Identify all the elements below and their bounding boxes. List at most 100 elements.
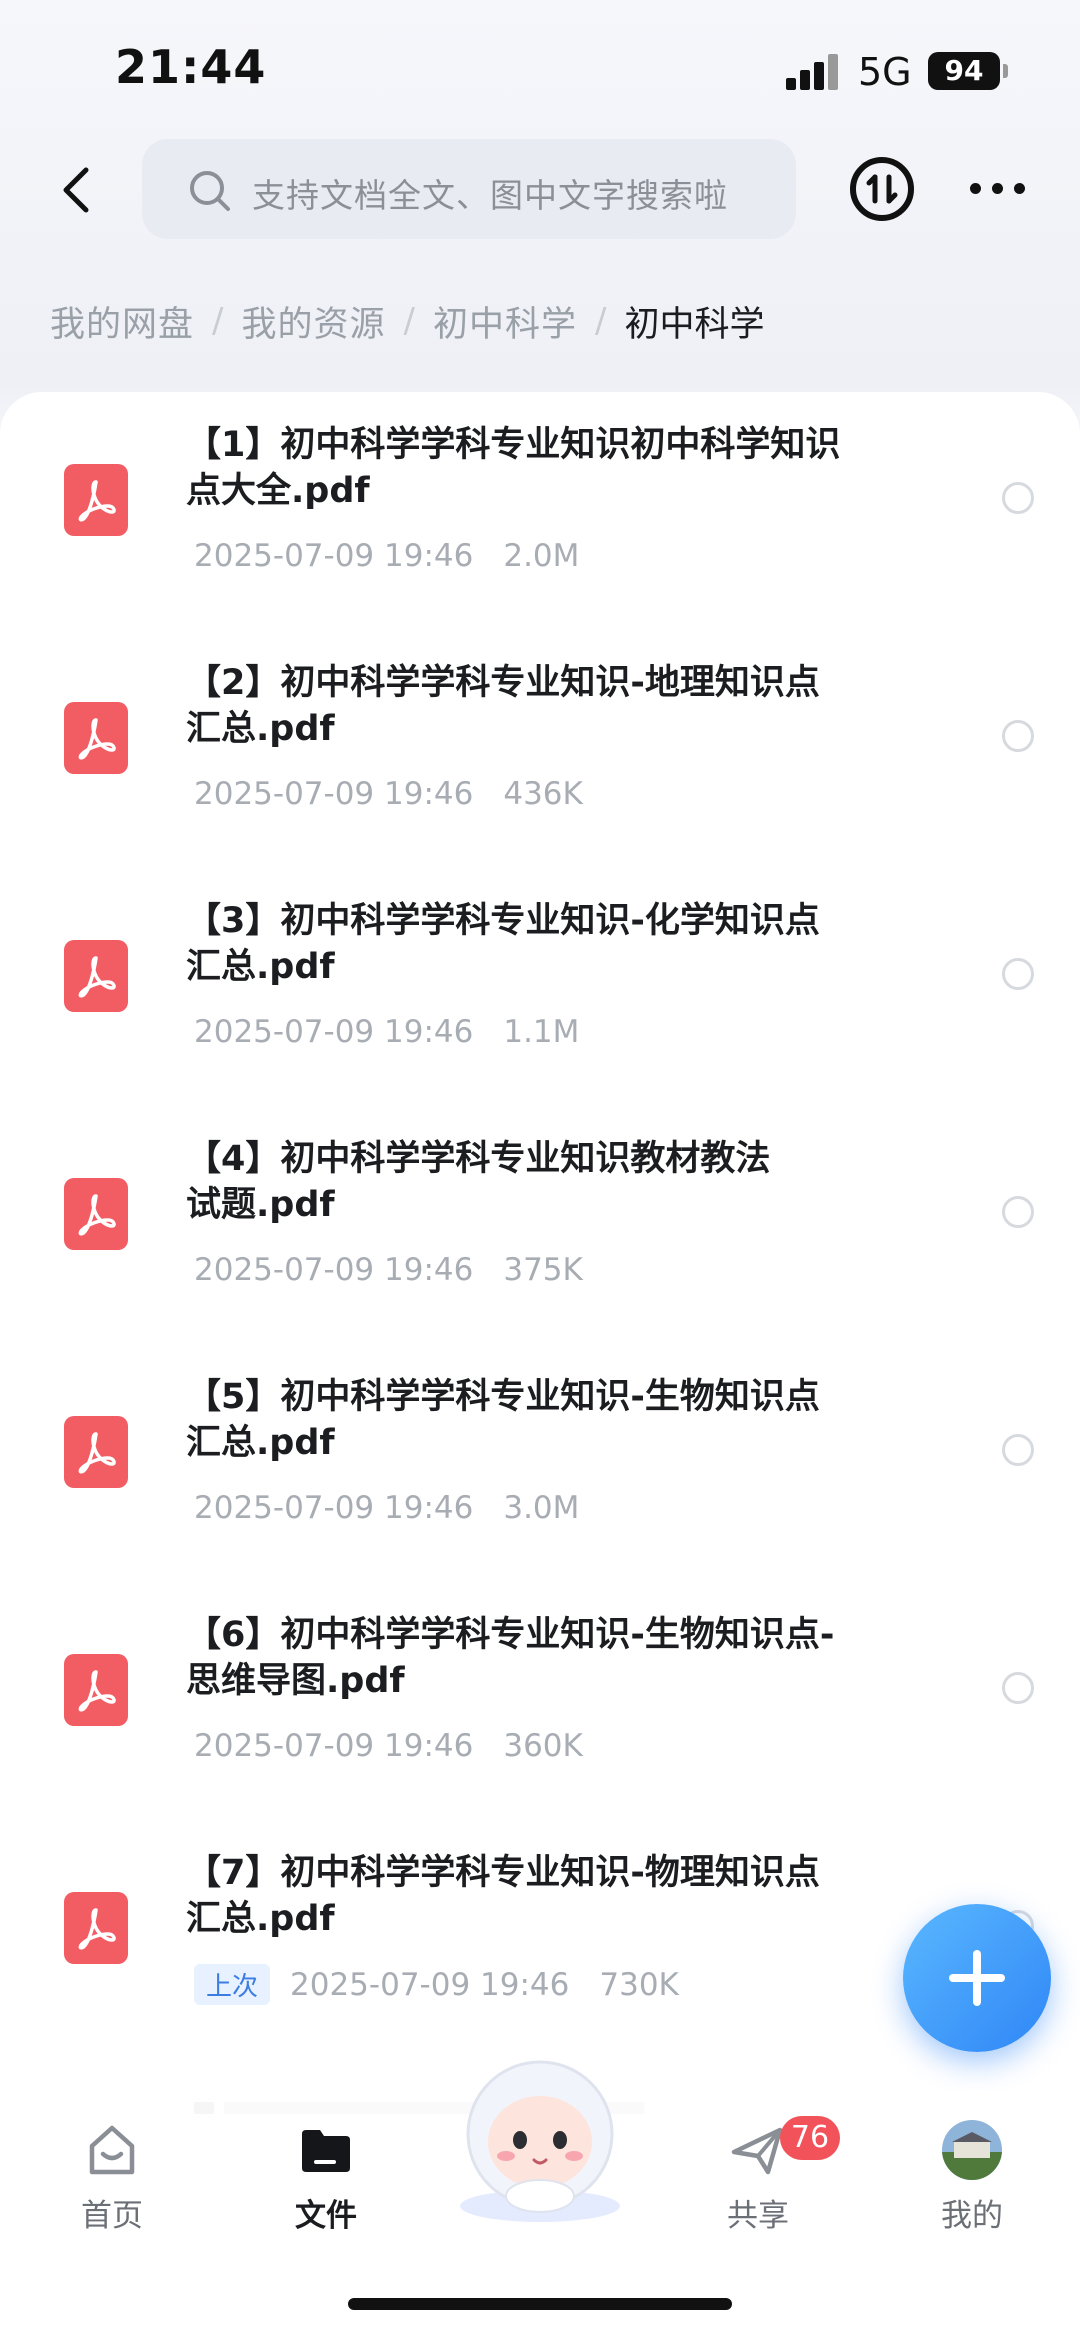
avatar <box>942 2120 1002 2180</box>
paper-plane-icon <box>731 2127 783 2175</box>
battery-icon: 94 <box>928 52 1000 90</box>
signal-icon <box>786 54 846 90</box>
pdf-icon <box>64 940 128 1012</box>
file-size: 436K <box>503 776 583 812</box>
status-bar: 21:44 5G 94 <box>0 0 1080 130</box>
search-input[interactable]: 支持文档全文、图中文字搜索啦 <box>142 139 796 239</box>
search-icon <box>190 171 230 211</box>
file-name: 【2】初中科学学科专业知识-地理知识点 汇总.pdf <box>186 660 886 752</box>
file-name: 【6】初中科学学科专业知识-生物知识点- 思维导图.pdf <box>186 1612 886 1704</box>
pdf-icon <box>64 1416 128 1488</box>
file-date: 2025-07-09 19:46 <box>194 1490 474 1526</box>
file-size: 730K <box>599 1966 679 2003</box>
file-size: 2.0M <box>503 538 580 574</box>
file-name-line: 汇总.pdf <box>186 709 335 749</box>
pdf-icon <box>64 1892 128 1964</box>
more-button[interactable] <box>970 180 1030 200</box>
file-name-line: 【2】初中科学学科专业知识-地理知识点 <box>186 663 820 703</box>
file-size: 375K <box>503 1252 583 1288</box>
tab-mine[interactable]: 我的 <box>902 2120 1042 2240</box>
folder-icon <box>302 2130 350 2172</box>
file-name: 【5】初中科学学科专业知识-生物知识点 汇总.pdf <box>186 1374 886 1466</box>
pdf-icon <box>64 702 128 774</box>
file-name-line: 【4】初中科学学科专业知识教材教法 <box>186 1139 771 1179</box>
select-checkbox[interactable] <box>1002 958 1034 990</box>
select-checkbox[interactable] <box>1002 1434 1034 1466</box>
file-date: 2025-07-09 19:46 <box>290 1966 570 2003</box>
plus-icon <box>973 1950 981 2006</box>
file-meta: 2025-07-09 19:46 2.0M <box>194 538 579 574</box>
file-name-line: 汇总.pdf <box>186 947 335 987</box>
file-name-line: 【7】初中科学学科专业知识-物理知识点 <box>186 1853 820 1893</box>
battery-tip <box>1003 64 1008 78</box>
file-name: 【1】初中科学学科专业知识初中科学知识 点大全.pdf <box>186 422 886 514</box>
breadcrumb-current: 初中科学 <box>624 304 765 345</box>
select-checkbox[interactable] <box>1002 1672 1034 1704</box>
file-date: 2025-07-09 19:46 <box>194 1728 474 1764</box>
file-date: 2025-07-09 19:46 <box>194 538 474 574</box>
breadcrumb-separator: / <box>212 301 224 341</box>
list-item[interactable]: 【3】初中科学学科专业知识-化学知识点 汇总.pdf 2025-07-09 19… <box>0 868 1080 1106</box>
file-name-line: 【6】初中科学学科专业知识-生物知识点- <box>186 1615 835 1655</box>
file-meta: 2025-07-09 19:46 436K <box>194 776 583 812</box>
select-checkbox[interactable] <box>1002 482 1034 514</box>
file-size: 3.0M <box>503 1490 580 1526</box>
breadcrumb: 我的网盘 / 我的资源 / 初中科学 / 初中科学 <box>50 296 764 346</box>
chevron-left-icon <box>63 167 89 213</box>
status-time: 21:44 <box>115 40 267 94</box>
file-date: 2025-07-09 19:46 <box>194 1014 474 1050</box>
list-item[interactable]: 【1】初中科学学科专业知识初中科学知识 点大全.pdf 2025-07-09 1… <box>0 392 1080 630</box>
add-button[interactable] <box>903 1904 1051 2052</box>
transfer-icon <box>866 174 898 204</box>
file-name-line: 【1】初中科学学科专业知识初中科学知识 <box>186 425 841 465</box>
file-meta: 2025-07-09 19:46 375K <box>194 1252 583 1288</box>
file-name-line: 试题.pdf <box>186 1185 335 1225</box>
search-placeholder: 支持文档全文、图中文字搜索啦 <box>252 176 728 215</box>
back-button[interactable] <box>52 160 108 220</box>
network-label: 5G <box>858 50 912 94</box>
file-meta: 2025-07-09 19:46 1.1M <box>194 1014 579 1050</box>
pdf-icon <box>64 464 128 536</box>
list-item[interactable]: 【5】初中科学学科专业知识-生物知识点 汇总.pdf 2025-07-09 19… <box>0 1344 1080 1582</box>
tab-home[interactable]: 首页 <box>42 2120 182 2240</box>
file-name-line: 思维导图.pdf <box>186 1661 405 1701</box>
file-meta: 2025-07-09 19:46 360K <box>194 1728 583 1764</box>
transfer-button[interactable] <box>850 157 914 221</box>
notification-badge: 76 <box>780 2116 840 2160</box>
file-name-line: 汇总.pdf <box>186 1899 335 1939</box>
breadcrumb-item[interactable]: 我的网盘 <box>50 296 194 347</box>
file-name-line: 汇总.pdf <box>186 1423 335 1463</box>
mascot-assistant-icon[interactable] <box>448 2056 632 2226</box>
select-checkbox[interactable] <box>1002 720 1034 752</box>
file-size: 1.1M <box>503 1014 580 1050</box>
file-date: 2025-07-09 19:46 <box>194 776 474 812</box>
file-name-line: 【3】初中科学学科专业知识-化学知识点 <box>186 901 820 941</box>
list-item[interactable]: 【4】初中科学学科专业知识教材教法 试题.pdf 2025-07-09 19:4… <box>0 1106 1080 1344</box>
last-opened-badge: 上次 <box>194 1964 271 2005</box>
header: 支持文档全文、图中文字搜索啦 <box>0 135 1080 245</box>
file-name: 【7】初中科学学科专业知识-物理知识点 汇总.pdf <box>186 1850 886 1942</box>
breadcrumb-item[interactable]: 初中科学 <box>433 296 577 347</box>
tab-label: 文件 <box>295 2198 357 2234</box>
more-dot-icon <box>970 183 981 194</box>
file-name: 【3】初中科学学科专业知识-化学知识点 汇总.pdf <box>186 898 886 990</box>
breadcrumb-item[interactable]: 我的资源 <box>241 296 385 347</box>
list-item[interactable]: 【2】初中科学学科专业知识-地理知识点 汇总.pdf 2025-07-09 19… <box>0 630 1080 868</box>
file-meta: 上次 2025-07-09 19:46 730K <box>194 1964 679 2005</box>
file-list: 【1】初中科学学科专业知识初中科学知识 点大全.pdf 2025-07-09 1… <box>0 392 1080 2117</box>
select-checkbox[interactable] <box>1002 1196 1034 1228</box>
pdf-icon <box>64 1654 128 1726</box>
more-dot-icon <box>992 183 1003 194</box>
home-icon <box>89 2125 135 2175</box>
file-meta: 2025-07-09 19:46 3.0M <box>194 1490 579 1526</box>
breadcrumb-separator: / <box>403 301 415 341</box>
more-dot-icon <box>1014 183 1025 194</box>
file-name: 【4】初中科学学科专业知识教材教法 试题.pdf <box>186 1136 886 1228</box>
file-date: 2025-07-09 19:46 <box>194 1252 474 1288</box>
tab-files[interactable]: 文件 <box>256 2120 396 2240</box>
breadcrumb-separator: / <box>594 301 607 341</box>
tab-label: 我的 <box>941 2198 1003 2234</box>
tab-label: 首页 <box>81 2198 143 2234</box>
list-item[interactable]: 【6】初中科学学科专业知识-生物知识点- 思维导图.pdf 2025-07-09… <box>0 1582 1080 1820</box>
home-indicator <box>348 2298 732 2310</box>
